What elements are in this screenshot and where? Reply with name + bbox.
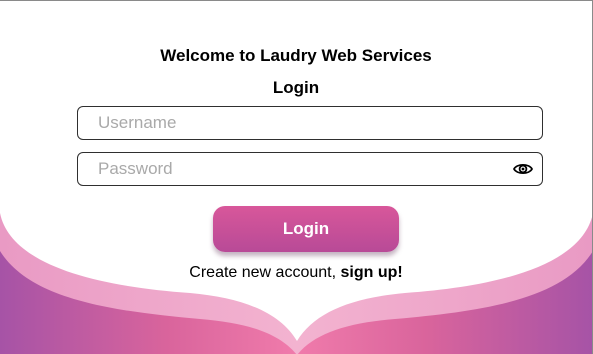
welcome-heading: Welcome to Laudry Web Services [160, 46, 432, 65]
signup-link[interactable]: sign up! [340, 264, 402, 281]
password-input[interactable] [98, 153, 498, 185]
login-button[interactable]: Login [213, 206, 399, 252]
eye-icon[interactable] [513, 161, 533, 177]
login-screen: Welcome to Laudry Web Services Login Log… [0, 0, 593, 354]
username-input[interactable] [98, 107, 498, 139]
signup-prompt-text: Create new account, [189, 264, 341, 281]
login-heading: Login [272, 78, 320, 97]
password-field[interactable] [77, 152, 543, 186]
signup-prompt: Create new account, sign up! [0, 264, 592, 282]
username-field[interactable] [77, 106, 543, 140]
